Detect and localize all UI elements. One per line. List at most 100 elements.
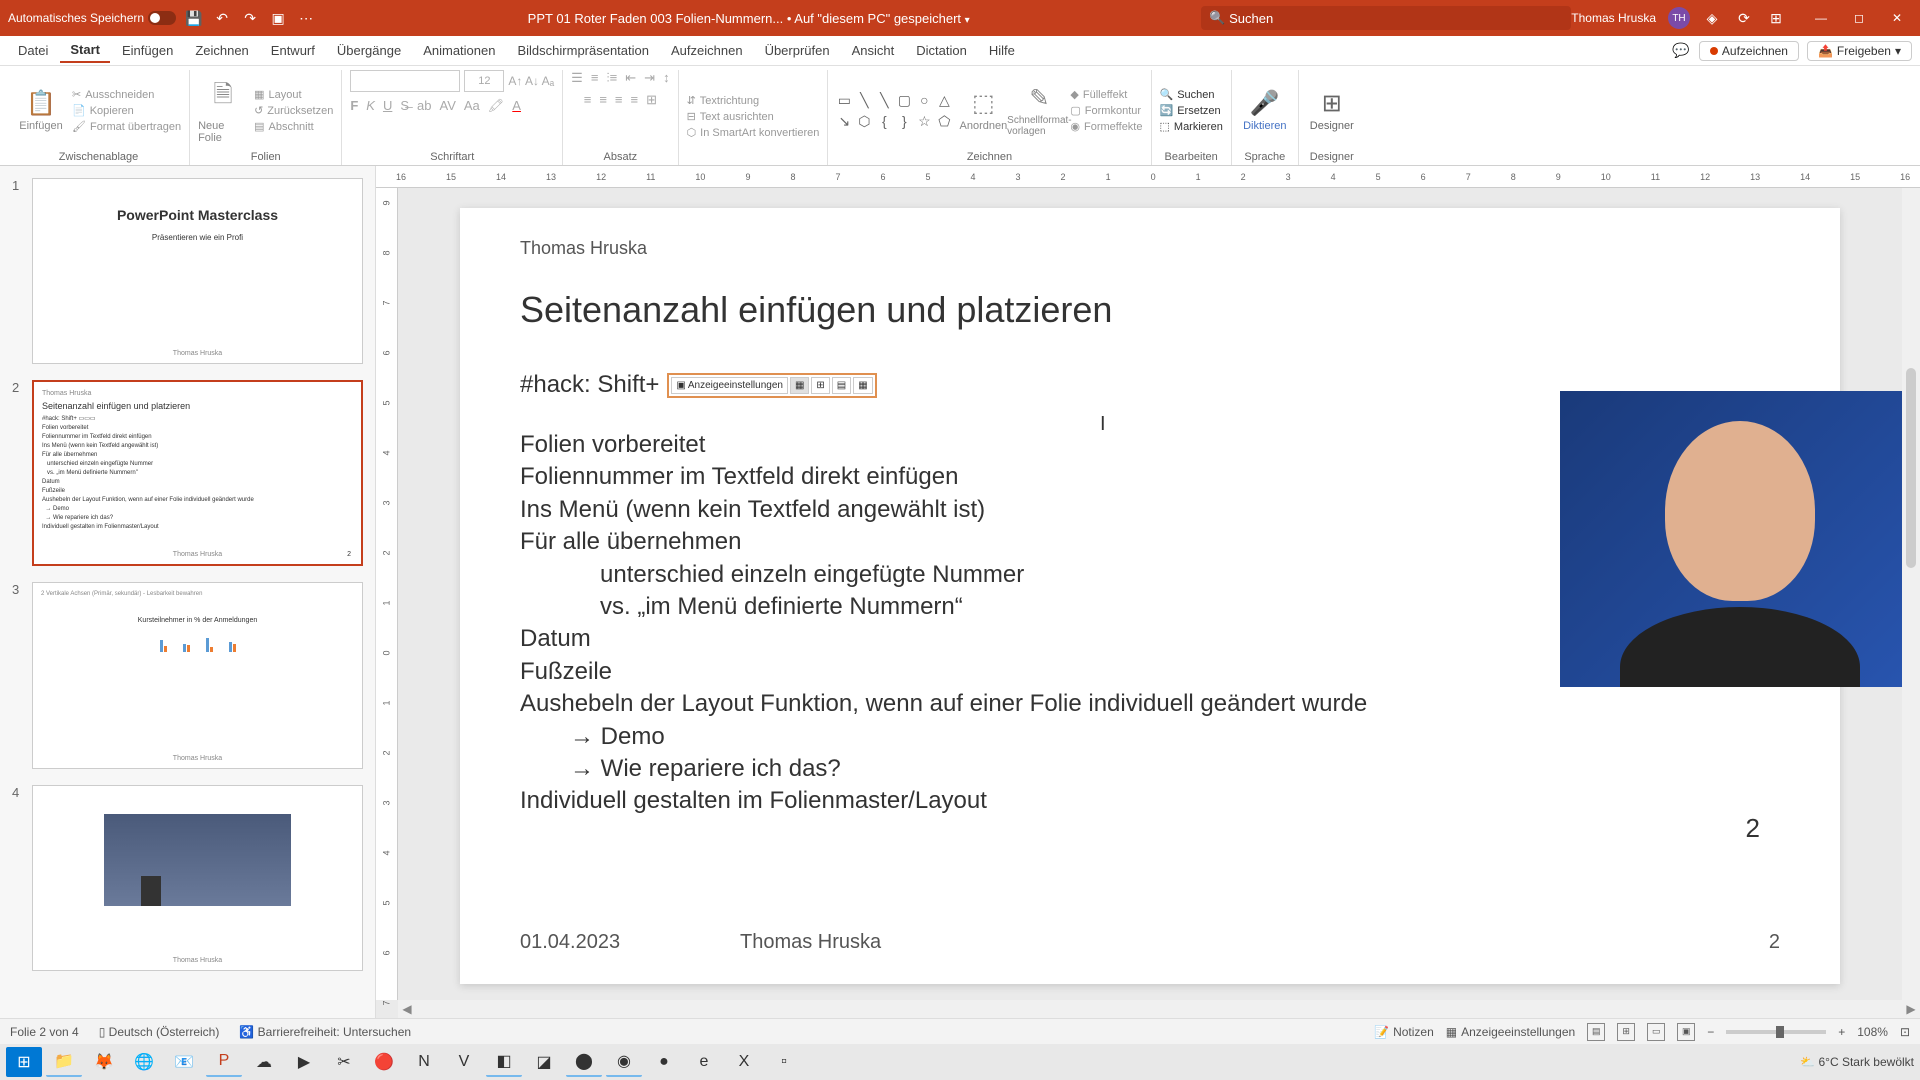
cut-button[interactable]: ✂ Ausschneiden [72,88,181,101]
shape-outline-button[interactable]: ▢ Formkontur [1070,104,1142,117]
reset-button[interactable]: ↺ Zurücksetzen [254,104,333,117]
shadow-button[interactable]: ab [417,98,431,114]
redo-icon[interactable]: ↷ [240,8,260,28]
slide-title[interactable]: Seitenanzahl einfügen und platzieren [520,289,1780,331]
powerpoint-icon[interactable]: P [206,1047,242,1077]
onenote-icon[interactable]: N [406,1047,442,1077]
display-settings-button[interactable]: ▦ Anzeigeeinstellungen [1446,1025,1575,1039]
shape-effects-button[interactable]: ◉ Formeffekte [1070,120,1142,133]
font-size-select[interactable]: 12 [464,70,504,92]
smartart-button[interactable]: ⬡ In SmartArt konvertieren [687,126,820,139]
tab-ansicht[interactable]: Ansicht [842,39,905,62]
tab-uberprufen[interactable]: Überprüfen [755,39,840,62]
tab-zeichnen[interactable]: Zeichnen [185,39,258,62]
share-button[interactable]: 📤 Freigeben ▾ [1807,41,1912,61]
layout-button[interactable]: ▦ Layout [254,88,333,101]
obs-icon[interactable]: ⬤ [566,1047,602,1077]
tab-hilfe[interactable]: Hilfe [979,39,1025,62]
start-button[interactable]: ⊞ [6,1047,42,1077]
app2-icon[interactable]: ◧ [486,1047,522,1077]
section-button[interactable]: ▤ Abschnitt [254,120,333,133]
record-button[interactable]: Aufzeichnen [1699,41,1799,61]
thumbnail-3[interactable]: 2 Vertikale Achsen (Primär, sekundär) - … [32,582,363,768]
slide-editor[interactable]: 1615141312111098765432101234567891011121… [376,166,1920,1018]
thumbnail-4[interactable]: Thomas Hruska [32,785,363,971]
underline-button[interactable]: U [383,98,392,114]
tab-aufzeichnen[interactable]: Aufzeichnen [661,39,753,62]
snip-icon[interactable]: ✂ [326,1047,362,1077]
vertical-scrollbar[interactable] [1902,188,1920,1000]
paste-button[interactable]: 📋Einfügen [16,89,66,132]
new-slide-button[interactable]: 🗎Neue Folie [198,77,248,144]
visio-icon[interactable]: V [446,1047,482,1077]
undo-icon[interactable]: ↶ [212,8,232,28]
outlook-icon[interactable]: 📧 [166,1047,202,1077]
bold-button[interactable]: F [350,98,358,114]
tab-dictation[interactable]: Dictation [906,39,977,62]
text-direction-button[interactable]: ⇵ Textrichtung [687,94,820,107]
minimize-button[interactable]: — [1806,8,1836,28]
notes-button[interactable]: 📝 Notizen [1374,1025,1434,1039]
highlight-button[interactable]: 🖍 [488,98,505,114]
autosave-toggle[interactable]: Automatisches Speichern [8,11,176,25]
firefox-icon[interactable]: 🦊 [86,1047,122,1077]
normal-view-icon[interactable]: ▤ [1587,1023,1605,1041]
excel-icon[interactable]: X [726,1047,762,1077]
italic-button[interactable]: K [366,98,375,114]
dictate-button[interactable]: 🎤Diktieren [1240,89,1290,132]
explorer-icon[interactable]: 📁 [46,1047,82,1077]
user-name[interactable]: Thomas Hruska [1571,11,1656,25]
vlc-icon[interactable]: ▶ [286,1047,322,1077]
reading-view-icon[interactable]: ▭ [1647,1023,1665,1041]
arrange-button[interactable]: ⬚Anordnen [958,89,1008,132]
find-button[interactable]: 🔍 Suchen [1160,88,1223,101]
tab-datei[interactable]: Datei [8,39,58,62]
comments-icon[interactable]: 💬 [1671,41,1691,61]
sorter-view-icon[interactable]: ⊞ [1617,1023,1635,1041]
app3-icon[interactable]: ◪ [526,1047,562,1077]
zoom-level[interactable]: 108% [1857,1025,1888,1039]
copy-button[interactable]: 📄 Kopieren [72,104,181,117]
slideshow-view-icon[interactable]: ▣ [1677,1023,1695,1041]
language-status[interactable]: ▯ Deutsch (Österreich) [99,1025,220,1039]
window-icon[interactable]: ⊞ [1766,8,1786,28]
app-icon[interactable]: 🔴 [366,1047,402,1077]
designer-button[interactable]: ⊞Designer [1307,89,1357,132]
maximize-button[interactable]: ◻ [1844,8,1874,28]
quickstyles-button[interactable]: ✎Schnellformat-vorlagen [1014,84,1064,137]
shape-fill-button[interactable]: ◆ Fülleffekt [1070,88,1142,101]
sync-icon[interactable]: ⟳ [1734,8,1754,28]
format-painter-button[interactable]: 🖌 Format übertragen [72,120,181,133]
slide-thumbnails[interactable]: 1 PowerPoint Masterclass Präsentieren wi… [0,166,376,1018]
thumbnail-1[interactable]: PowerPoint Masterclass Präsentieren wie … [32,178,363,364]
spacing-button[interactable]: AV [439,98,455,114]
shapes-gallery[interactable]: ▭╲╲▢○△ ↘⬡{}☆⬠ [836,92,952,130]
font-family-select[interactable] [350,70,460,92]
select-button[interactable]: ⬚ Markieren [1160,120,1223,133]
accessibility-status[interactable]: ♿ Barrierefreiheit: Untersuchen [239,1025,411,1039]
case-button[interactable]: Aa [464,98,480,114]
tab-start[interactable]: Start [60,38,110,63]
strike-button[interactable]: S̶ [400,98,409,114]
app5-icon[interactable]: ▫ [766,1047,802,1077]
chrome-icon[interactable]: 🌐 [126,1047,162,1077]
record-app-icon[interactable]: ◉ [606,1047,642,1077]
weather-widget[interactable]: ⛅ 6°C Stark bewölkt [1800,1055,1914,1069]
search-input[interactable]: 🔍 Suchen [1201,6,1571,30]
zoom-in-button[interactable]: + [1838,1025,1845,1039]
text-align-button[interactable]: ⊟ Text ausrichten [687,110,820,123]
diamond-icon[interactable]: ◈ [1702,8,1722,28]
save-icon[interactable]: 💾 [184,8,204,28]
tab-entwurf[interactable]: Entwurf [261,39,325,62]
font-color-button[interactable]: A [512,98,521,114]
edge-icon[interactable]: e [686,1047,722,1077]
slideshow-icon[interactable]: ▣ [268,8,288,28]
thumbnail-2[interactable]: Thomas Hruska Seitenanzahl einfügen und … [32,380,363,566]
horizontal-scrollbar[interactable]: ◀▶ [398,1000,1920,1018]
tab-ubergange[interactable]: Übergänge [327,39,411,62]
fit-window-button[interactable]: ⊡ [1900,1025,1910,1039]
zoom-slider[interactable] [1726,1030,1826,1034]
tab-einfugen[interactable]: Einfügen [112,39,183,62]
replace-button[interactable]: 🔄 Ersetzen [1160,104,1223,117]
close-button[interactable]: ✕ [1882,8,1912,28]
